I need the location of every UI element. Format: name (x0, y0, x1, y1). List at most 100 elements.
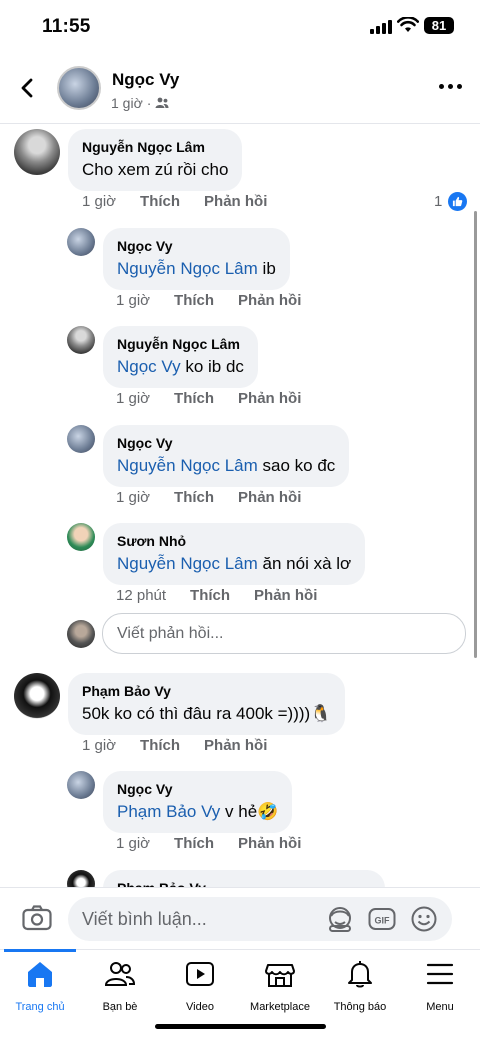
comment-text: Nguyễn Ngọc Lâm ăn nói xà lơ (117, 554, 352, 573)
comment-author[interactable]: Nguyễn Ngọc Lâm (117, 335, 244, 353)
comment-author[interactable]: Sươn Nhỏ (117, 532, 351, 550)
gif-icon[interactable]: GIF (368, 905, 396, 933)
penguin-emoji: 🐧 (310, 704, 332, 723)
author-name[interactable]: Ngọc Vy (112, 70, 179, 90)
like-button[interactable]: Thích (174, 390, 214, 407)
avatar[interactable] (14, 129, 60, 175)
reaction-count: 1 (434, 193, 443, 210)
avatar[interactable] (67, 771, 95, 799)
comment-time: 1 giờ (82, 193, 117, 210)
like-button[interactable]: Thích (140, 193, 180, 210)
comment-text: Phạm Bảo Vy v hẻ🤣 (117, 802, 279, 821)
marketplace-icon (265, 964, 295, 987)
author-avatar[interactable] (57, 66, 101, 110)
tab-label: Menu (426, 1001, 454, 1013)
like-button[interactable]: Thích (140, 737, 180, 754)
laughing-emoji: 🤣 (257, 802, 279, 821)
bell-icon (348, 961, 372, 988)
tab-friends[interactable]: Bạn bè (80, 958, 160, 1013)
tab-marketplace[interactable]: Marketplace (240, 958, 320, 1013)
mention-link[interactable]: Nguyễn Ngọc Lâm (117, 554, 258, 573)
mention-link[interactable]: Nguyễn Ngọc Lâm (117, 456, 258, 475)
avatar-sticker-icon[interactable] (326, 905, 354, 933)
reply-button[interactable]: Phản hồi (254, 587, 317, 604)
reply-input[interactable]: Viết phản hồi... (102, 613, 466, 654)
camera-icon[interactable] (22, 905, 52, 931)
avatar[interactable] (67, 326, 95, 354)
reply-button[interactable]: Phản hồi (238, 292, 301, 309)
comment-time: 1 giờ (116, 835, 151, 852)
scrollbar[interactable] (474, 211, 477, 658)
comment-time: 1 giờ (116, 292, 151, 309)
comment-bubble[interactable]: Ngọc Vy Nguyễn Ngọc Lâm ib (103, 228, 290, 290)
comment-author[interactable]: Nguyễn Ngọc Lâm (82, 138, 228, 156)
mention-link[interactable]: Ngọc Vy (117, 357, 181, 376)
more-options-icon[interactable] (439, 84, 462, 89)
tab-label: Thông báo (333, 1001, 387, 1013)
comment-author[interactable]: Ngọc Vy (117, 434, 335, 452)
like-button[interactable]: Thích (174, 835, 214, 852)
tab-label: Marketplace (250, 1001, 310, 1013)
comment-composer: Viết bình luận... GIF (0, 887, 480, 949)
comment-actions: 1 giờ Thích Phản hồi (116, 835, 301, 852)
video-icon (186, 962, 214, 986)
status-time: 11:55 (42, 16, 91, 37)
mention-link[interactable]: Phạm Bảo Vy (117, 802, 220, 821)
avatar[interactable] (67, 228, 95, 256)
friends-icon (104, 962, 136, 986)
reply-button[interactable]: Phản hồi (238, 489, 301, 506)
comment-input[interactable]: Viết bình luận... GIF (68, 897, 452, 941)
menu-icon (426, 963, 454, 985)
wifi-icon (397, 17, 419, 32)
comment-time: 1 giờ (116, 390, 151, 407)
comment-text: 50k ko có thì đâu ra 400k =))))🐧 (82, 704, 332, 723)
like-reaction-icon (448, 192, 468, 211)
comment-bubble[interactable]: Sươn Nhỏ Nguyễn Ngọc Lâm ăn nói xà lơ (103, 523, 366, 585)
reaction-summary[interactable]: 1 (434, 192, 468, 211)
comment-text: Nguyễn Ngọc Lâm ib (117, 259, 276, 278)
cellular-signal-icon (370, 20, 392, 34)
reply-button[interactable]: Phản hồi (238, 835, 301, 852)
comment-author[interactable]: Ngọc Vy (117, 237, 276, 255)
battery-indicator: 81 (424, 17, 454, 34)
avatar[interactable] (67, 523, 95, 551)
comment-time: 1 giờ (82, 737, 117, 754)
like-button[interactable]: Thích (190, 587, 230, 604)
reply-button[interactable]: Phản hồi (238, 390, 301, 407)
tab-menu[interactable]: Menu (400, 958, 480, 1013)
tab-video[interactable]: Video (160, 958, 240, 1013)
back-arrow-icon[interactable] (16, 76, 40, 100)
avatar[interactable] (67, 425, 95, 453)
comment-actions: 12 phút Thích Phản hồi (116, 587, 317, 604)
mention-link[interactable]: Nguyễn Ngọc Lâm (117, 259, 258, 278)
comment-time: 12 phút (116, 587, 167, 604)
comment-bubble[interactable]: Nguyễn Ngọc Lâm Cho xem zú rồi cho (68, 129, 243, 191)
comment-actions: 1 giờ Thích Phản hồi (116, 489, 301, 506)
comment-actions: 1 giờ Thích Phản hồi (116, 292, 301, 309)
like-button[interactable]: Thích (174, 489, 214, 506)
comment-actions: 1 giờ Thích Phản hồi (82, 193, 267, 210)
comment-text: Ngọc Vy ko ib dc (117, 357, 244, 376)
tab-home[interactable]: Trang chủ (0, 958, 80, 1013)
comment-text: Nguyễn Ngọc Lâm sao ko đc (117, 456, 336, 475)
reply-button[interactable]: Phản hồi (204, 737, 267, 754)
post-meta: 1 giờ · (111, 95, 169, 111)
emoji-icon[interactable] (410, 905, 438, 933)
comment-bubble[interactable]: Phạm Bảo Vy 50k ko có thì đâu ra 400k =)… (68, 673, 346, 735)
reply-button[interactable]: Phản hồi (204, 193, 267, 210)
comment-bubble[interactable]: Ngọc Vy Nguyễn Ngọc Lâm sao ko đc (103, 425, 350, 487)
home-icon (28, 962, 52, 987)
friends-icon (155, 97, 169, 108)
comment-bubble[interactable]: Ngọc Vy Phạm Bảo Vy v hẻ🤣 (103, 771, 293, 833)
comment-author[interactable]: Phạm Bảo Vy (82, 682, 331, 700)
comment-actions: 1 giờ Thích Phản hồi (82, 737, 267, 754)
comment-bubble[interactable]: Nguyễn Ngọc Lâm Ngọc Vy ko ib dc (103, 326, 258, 388)
tab-notifications[interactable]: Thông báo (320, 958, 400, 1013)
svg-text:GIF: GIF (375, 916, 391, 926)
comment-input-placeholder: Viết bình luận... (82, 909, 207, 929)
like-button[interactable]: Thích (174, 292, 214, 309)
avatar[interactable] (14, 673, 60, 719)
comment-author[interactable]: Ngọc Vy (117, 780, 278, 798)
comment-actions: 1 giờ Thích Phản hồi (116, 390, 301, 407)
tab-label: Trang chủ (15, 1001, 65, 1013)
